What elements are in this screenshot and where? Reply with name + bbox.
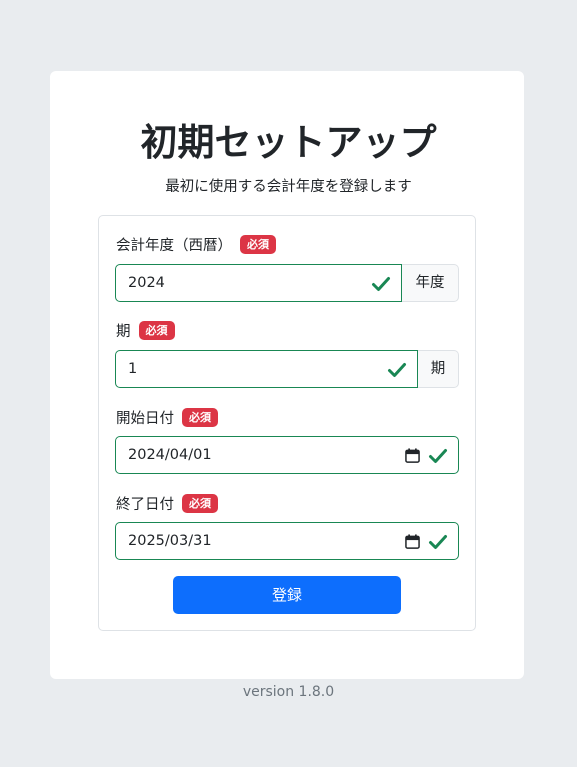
- required-badge: 必須: [182, 493, 218, 513]
- fiscal-year-value: 2024: [128, 275, 165, 291]
- start-date-label-row: 開始日付 必須: [116, 406, 218, 428]
- check-icon: [429, 535, 447, 549]
- page-title: 初期セットアップ: [140, 121, 437, 164]
- start-date-input[interactable]: 2024/04/01: [115, 436, 459, 474]
- required-badge: 必須: [182, 407, 218, 427]
- end-date-label: 終了日付: [116, 496, 174, 513]
- end-date-value: 2025/03/31: [128, 533, 212, 549]
- period-suffix: 期: [418, 350, 459, 388]
- fiscal-year-label-row: 会計年度（西暦） 必須: [116, 233, 276, 255]
- period-value: 1: [128, 361, 138, 377]
- check-icon: [429, 449, 447, 463]
- calendar-icon[interactable]: [405, 534, 420, 549]
- start-date-value: 2024/04/01: [128, 447, 212, 463]
- required-badge: 必須: [240, 234, 276, 254]
- check-icon: [372, 277, 390, 291]
- period-label-row: 期 必須: [116, 319, 175, 341]
- start-date-input-group: 2024/04/01: [115, 436, 459, 474]
- check-icon: [388, 363, 406, 377]
- period-input[interactable]: 1: [115, 350, 418, 388]
- calendar-icon[interactable]: [405, 448, 420, 463]
- period-input-group: 1 期: [115, 350, 459, 388]
- period-label: 期: [116, 323, 131, 340]
- version-text: version 1.8.0: [242, 684, 335, 700]
- required-badge: 必須: [138, 320, 175, 340]
- end-date-label-row: 終了日付 必須: [116, 492, 218, 514]
- end-date-input[interactable]: 2025/03/31: [115, 522, 459, 560]
- end-date-input-group: 2025/03/31: [115, 522, 459, 560]
- fiscal-year-suffix: 年度: [402, 264, 459, 302]
- page-subtitle: 最初に使用する会計年度を登録します: [165, 179, 412, 195]
- register-button[interactable]: 登録: [173, 576, 401, 614]
- fiscal-year-input[interactable]: 2024: [115, 264, 402, 302]
- start-date-label: 開始日付: [116, 410, 174, 427]
- fiscal-year-label: 会計年度（西暦）: [116, 237, 232, 254]
- fiscal-year-input-group: 2024 年度: [115, 264, 459, 302]
